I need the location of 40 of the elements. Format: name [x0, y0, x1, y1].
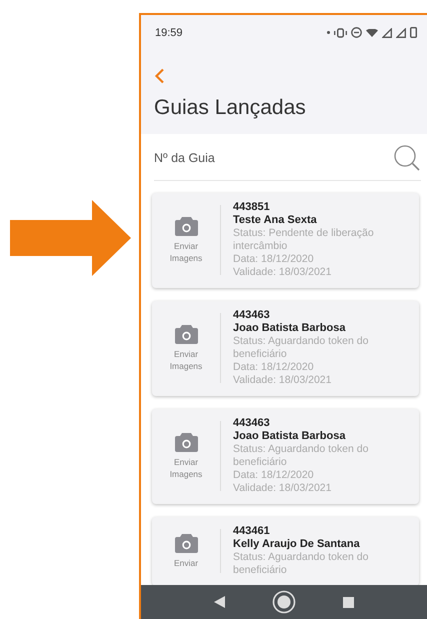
guide-status: Status: Pendente de liberação intercâmbio [233, 227, 375, 253]
guide-card[interactable]: Enviar Imagens 443851 Teste Ana Sexta Status: Pendente de liberação intercâmbio Data: 18/12/2020 Validade: 18/03/2021 [152, 193, 419, 288]
back-icon[interactable] [154, 68, 165, 84]
guide-validity: Validade: 18/03/2021 [233, 266, 332, 279]
camera-icon[interactable] [174, 324, 198, 344]
status-time: 19:59 [155, 26, 183, 38]
search-field[interactable]: Nº da Guia [154, 147, 393, 169]
wifi-icon [366, 28, 378, 36]
back-button-icon[interactable] [214, 596, 226, 608]
screen-title: Guias Lançadas [154, 96, 307, 120]
camera-icon[interactable] [174, 216, 198, 236]
guide-card[interactable]: Enviar Imagens 443463 Joao Batista Barbosa Status: Aguardando token do beneficiário Data: 18/12/2020 Validade: 18/03/2021 [152, 409, 419, 504]
beneficiary-name: Joao Batista Barbosa [233, 322, 346, 335]
beneficiary-name: Teste Ana Sexta [233, 214, 318, 227]
guide-number: 443463 [233, 417, 271, 430]
guide-status: Status: Aguardando token do beneficiário [233, 443, 370, 469]
notification-dot-icon [327, 31, 330, 34]
guide-number: 443851 [233, 201, 271, 214]
do-not-disturb-icon [351, 27, 362, 38]
camera-icon[interactable] [174, 534, 198, 552]
guide-number: 443463 [233, 309, 271, 322]
guide-date: Data: 18/12/2020 [233, 361, 315, 374]
guide-date: Data: 18/12/2020 [233, 469, 315, 482]
guide-card[interactable]: Enviar 443461 Kelly Araujo De Santana Status: Aguardando token do beneficiário [152, 517, 419, 585]
guide-card[interactable]: Enviar Imagens 443463 Joao Batista Barbosa Status: Aguardando token do beneficiário Data: 18/12/2020 Validade: 18/03/2021 [152, 301, 419, 396]
guide-status: Status: Aguardando token do beneficiário [233, 551, 370, 577]
guide-validity: Validade: 18/03/2021 [233, 374, 332, 387]
guide-date: Data: 18/12/2020 [233, 253, 315, 266]
arrow-icon [10, 200, 131, 276]
guide-validity: Validade: 18/03/2021 [233, 482, 332, 495]
search-icon[interactable] [393, 144, 421, 172]
home-button-icon[interactable] [272, 590, 296, 614]
camera-icon[interactable] [174, 432, 198, 452]
guide-number: 443461 [233, 525, 271, 538]
beneficiary-name: Joao Batista Barbosa [233, 430, 346, 443]
beneficiary-name: Kelly Araujo De Santana [233, 538, 361, 551]
guide-status: Status: Aguardando token do beneficiário [233, 335, 370, 361]
battery-icon [410, 27, 417, 38]
recents-button-icon[interactable] [342, 596, 354, 608]
vibrate-icon [334, 28, 347, 38]
